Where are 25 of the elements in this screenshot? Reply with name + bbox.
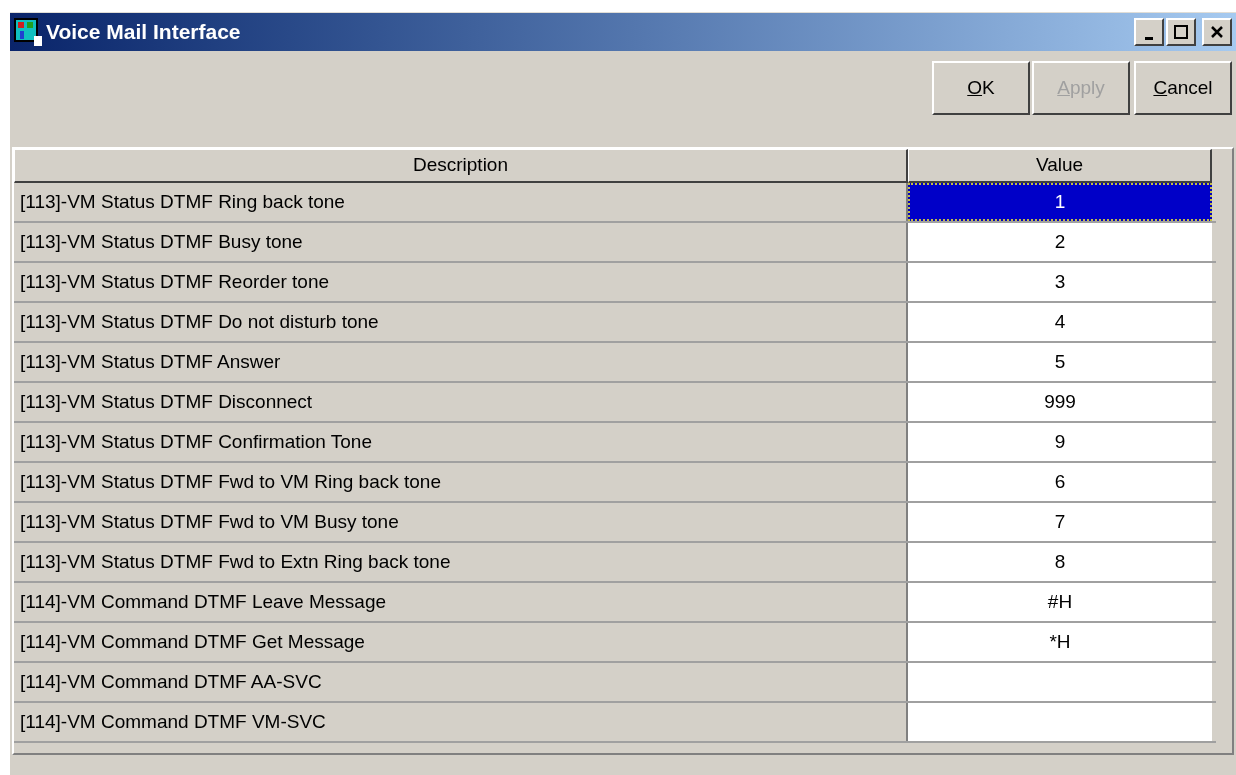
table-cell[interactable]: 1 bbox=[908, 183, 1212, 221]
table-cell[interactable]: #H bbox=[908, 583, 1212, 621]
minimize-icon bbox=[1145, 36, 1153, 40]
maximize-button[interactable] bbox=[1166, 18, 1196, 46]
dialog-button[interactable]: Cancel bbox=[1134, 61, 1232, 115]
table-cell[interactable]: 999 bbox=[908, 383, 1212, 421]
maximize-icon bbox=[1173, 24, 1189, 40]
table-cell[interactable]: 6 bbox=[908, 463, 1212, 501]
minimize-button[interactable] bbox=[1134, 18, 1164, 46]
table-cell[interactable] bbox=[908, 703, 1212, 741]
close-icon bbox=[1209, 24, 1225, 40]
app-icon bbox=[14, 18, 42, 46]
close-button[interactable] bbox=[1202, 18, 1232, 46]
window-title: Voice Mail Interface bbox=[46, 19, 241, 46]
column-header[interactable]: Description bbox=[14, 149, 908, 183]
dialog-button[interactable]: OK bbox=[932, 61, 1030, 115]
table-cell[interactable]: 7 bbox=[908, 503, 1212, 541]
table-cell[interactable]: 5 bbox=[908, 343, 1212, 381]
table-cell[interactable] bbox=[908, 663, 1212, 701]
table-cell[interactable]: 3 bbox=[908, 263, 1212, 301]
table-cell[interactable]: 8 bbox=[908, 543, 1212, 581]
table-cell[interactable]: *H bbox=[908, 623, 1212, 661]
table-cell[interactable]: 4 bbox=[908, 303, 1212, 341]
table-cell[interactable]: 2 bbox=[908, 223, 1212, 261]
table-cell[interactable]: 9 bbox=[908, 423, 1212, 461]
